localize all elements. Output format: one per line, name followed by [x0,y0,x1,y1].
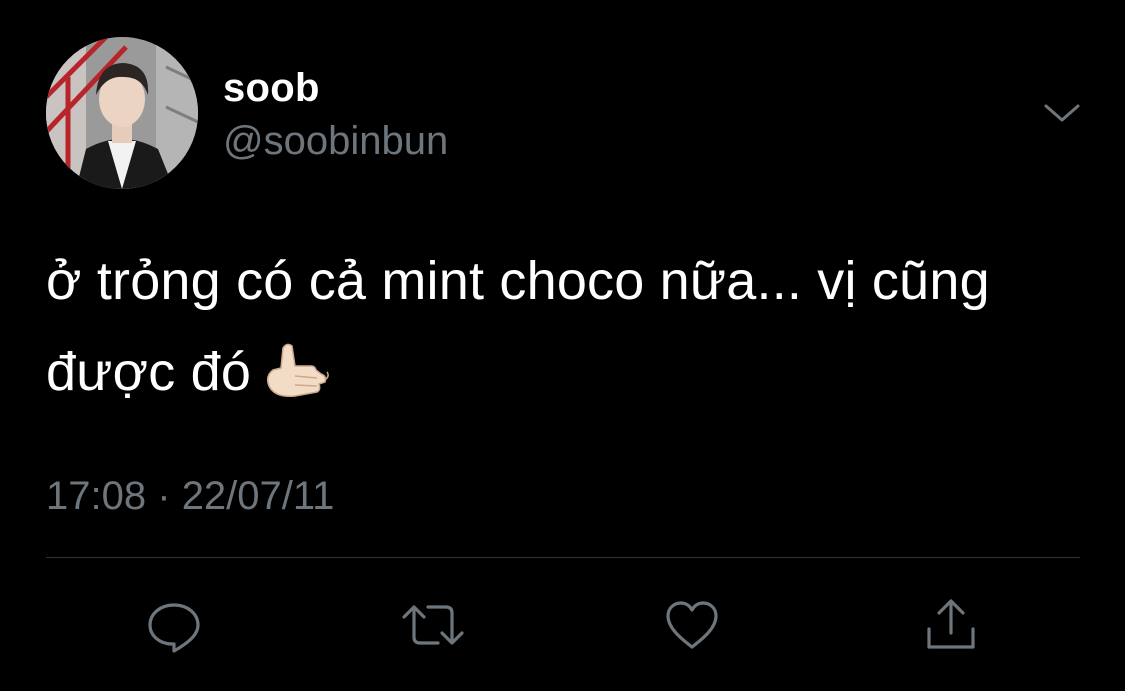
share-icon [927,599,975,649]
avatar-image [46,37,198,189]
like-button[interactable] [657,590,727,660]
tweet-text: ở trỏng có cả mint choco nữa... vị cũng … [46,236,1106,430]
heart-icon [666,601,718,649]
share-button[interactable] [916,590,986,660]
reply-icon [148,603,200,653]
tweet-time: 17:08 [46,474,147,518]
chevron-down-icon [1044,104,1080,122]
reply-button[interactable] [139,590,209,660]
retweet-button[interactable] [398,590,468,660]
avatar[interactable] [46,37,198,189]
tweet-timestamp[interactable]: 17:08 · 22/07/11 [46,472,334,520]
tweet-card: soob @soobinbun ở trỏng có cả mint choco… [0,0,1125,691]
tweet-text-line: được đó [46,327,1106,430]
display-name[interactable]: soob [223,66,320,110]
tweet-text-segment: được đó [46,342,252,402]
user-handle[interactable]: @soobinbun [223,118,448,164]
tweet-date: 22/07/11 [181,474,335,518]
divider [46,557,1080,558]
tweet-actions [0,590,1125,660]
tweet-text-line: ở trỏng có cả mint choco nữa... vị cũng [46,251,990,311]
meta-separator: · [157,474,171,518]
more-options-button[interactable] [1040,96,1084,128]
call-me-hand-emoji-icon [261,339,331,430]
retweet-icon [402,605,464,645]
